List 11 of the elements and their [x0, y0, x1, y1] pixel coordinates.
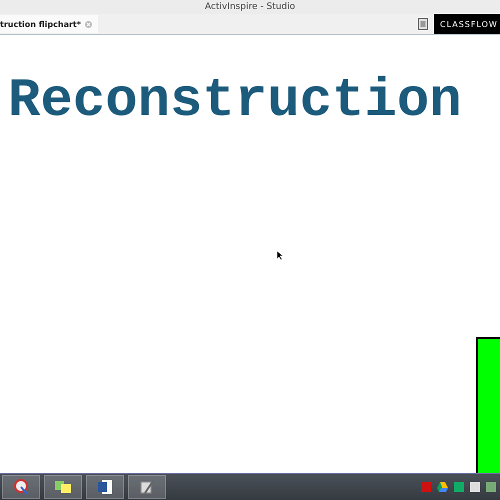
window-title: ActivInspire - Studio [204, 2, 296, 12]
taskbar-app-icon[interactable] [2, 475, 40, 499]
page-icon[interactable] [418, 18, 428, 30]
drive-icon[interactable] [437, 482, 448, 492]
document-app-icon[interactable] [86, 475, 124, 499]
heading: Reconstruction [8, 75, 463, 129]
tools-icon[interactable] [128, 475, 166, 499]
document-tab[interactable]: truction flipchart* [0, 15, 98, 33]
cursor-icon [277, 251, 283, 260]
sticky-notes-icon[interactable] [44, 475, 82, 499]
brand-label[interactable]: CLASSFLOW [434, 14, 500, 34]
